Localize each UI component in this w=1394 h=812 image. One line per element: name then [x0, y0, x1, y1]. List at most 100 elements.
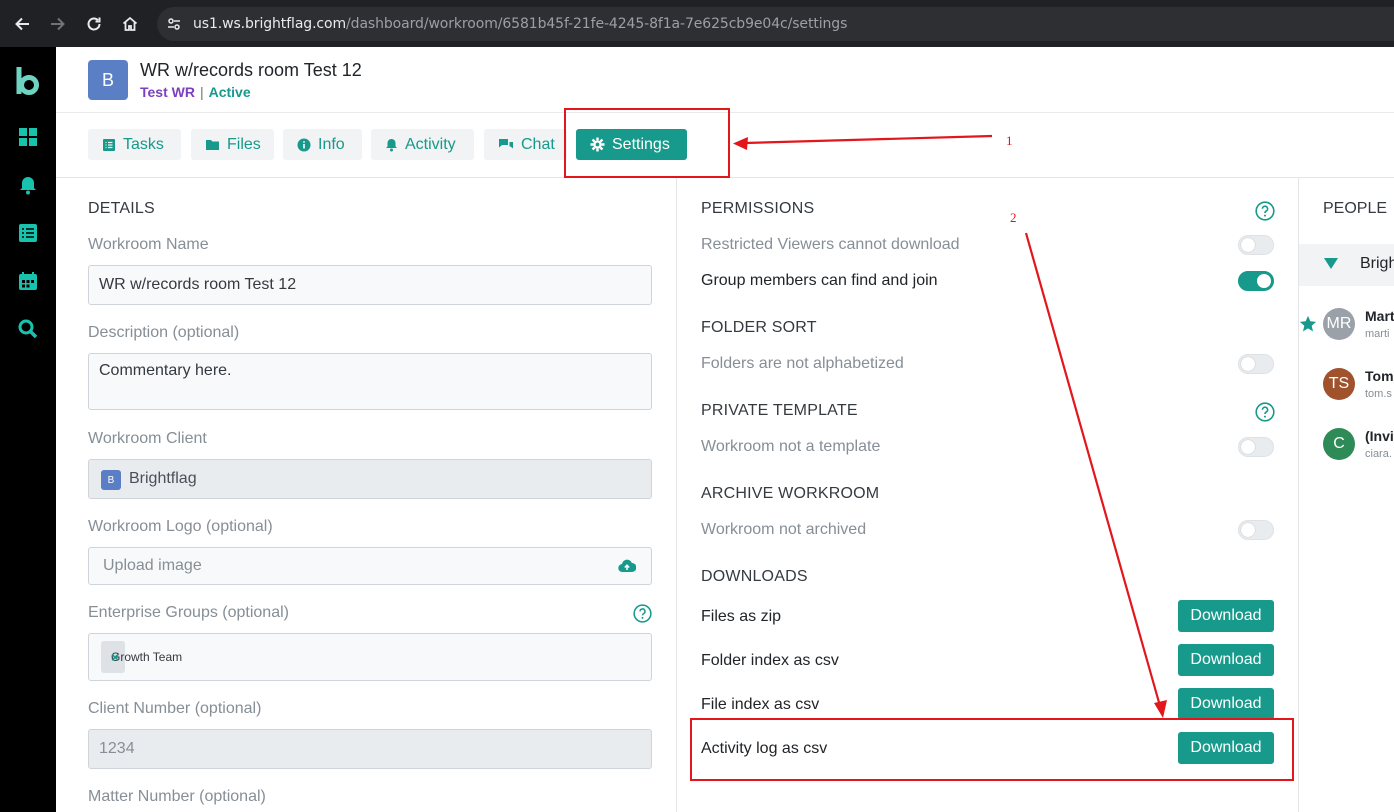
workroom-name-value: WR w/records room Test 12: [99, 276, 297, 293]
tab-tasks[interactable]: Tasks: [88, 129, 181, 160]
group-chip-label: Growth Team: [111, 650, 183, 664]
workroom-name-label: Workroom Name: [88, 236, 209, 253]
annotation-number-1: 1: [1006, 133, 1013, 148]
workroom-logo-upload[interactable]: Upload image: [88, 547, 652, 585]
private-template-label: Workroom not a template: [701, 438, 881, 455]
home-icon[interactable]: [118, 12, 142, 36]
person-avatar: TS: [1323, 368, 1355, 400]
downloads-heading: DOWNLOADS: [701, 568, 808, 585]
site-settings-icon[interactable]: [166, 16, 182, 32]
tab-files-label: Files: [227, 135, 261, 153]
folder-sort-toggle[interactable]: [1238, 354, 1274, 374]
app-sidebar: [0, 47, 56, 812]
info-icon: [297, 138, 311, 151]
restricted-viewers-label: Restricted Viewers cannot download: [701, 236, 960, 253]
person-email: ciara.: [1365, 448, 1392, 460]
tab-files[interactable]: Files: [191, 129, 274, 160]
permissions-help-icon[interactable]: [1255, 201, 1275, 221]
reload-icon[interactable]: [82, 12, 106, 36]
tasks-icon: [103, 138, 115, 151]
archive-toggle[interactable]: [1238, 520, 1274, 540]
archive-label: Workroom not archived: [701, 521, 867, 538]
folder-sort-label: Folders are not alphabetized: [701, 355, 904, 372]
person-row[interactable]: C (Invit ciara.: [1299, 428, 1394, 468]
client-badge: B: [101, 470, 121, 490]
subtitle-separator: |: [199, 84, 204, 100]
workroom-client-value: Brightflag: [129, 470, 197, 487]
chat-icon: [499, 138, 513, 148]
browser-toolbar: us1.ws.brightflag.com/dashboard/workroom…: [0, 0, 1394, 47]
workroom-logo-label: Workroom Logo (optional): [88, 518, 273, 535]
address-bar[interactable]: us1.ws.brightflag.com/dashboard/workroom…: [157, 7, 1394, 41]
workroom-avatar: B: [88, 60, 128, 100]
remove-chip-icon[interactable]: ×: [111, 649, 119, 665]
person-email: tom.s: [1365, 388, 1392, 400]
search-icon[interactable]: [16, 317, 40, 341]
private-template-toggle[interactable]: [1238, 437, 1274, 457]
workroom-client-link[interactable]: Test WR: [140, 84, 195, 100]
group-join-toggle[interactable]: [1238, 271, 1274, 291]
tab-activity-label: Activity: [405, 135, 456, 153]
private-template-help-icon[interactable]: [1255, 402, 1275, 422]
notifications-bell-icon[interactable]: [16, 173, 40, 197]
annotation-number-2: 2: [1010, 210, 1017, 225]
tab-tasks-label: Tasks: [123, 135, 164, 153]
annotation-box-settings: [564, 108, 730, 178]
person-avatar: MR: [1323, 308, 1355, 340]
enterprise-groups-input[interactable]: Growth Team ×: [88, 633, 652, 681]
list-icon[interactable]: [16, 221, 40, 245]
people-panel: PEOPLE Brigh MR Mart marti TS Tom tom.s …: [1299, 178, 1394, 812]
people-group-row[interactable]: Brigh: [1299, 244, 1394, 286]
person-row[interactable]: TS Tom tom.s: [1299, 368, 1394, 408]
group-join-label: Group members can find and join: [701, 272, 938, 289]
activity-bell-icon: [386, 138, 397, 151]
person-email: marti: [1365, 328, 1390, 340]
back-icon[interactable]: [10, 12, 34, 36]
cloud-upload-icon[interactable]: [618, 559, 636, 573]
enterprise-groups-help-icon[interactable]: [633, 604, 652, 623]
archive-heading: ARCHIVE WORKROOM: [701, 485, 880, 502]
url-host: us1.ws.brightflag.com: [193, 16, 347, 32]
folder-icon: [206, 140, 219, 150]
person-avatar: C: [1323, 428, 1355, 460]
dashboard-icon[interactable]: [16, 125, 40, 149]
url-path: /dashboard/workroom/6581b45f-21fe-4245-8…: [346, 16, 848, 32]
download-files-zip-label: Files as zip: [701, 608, 782, 625]
download-folder-index-button[interactable]: Download: [1178, 644, 1274, 676]
download-folder-index-label: Folder index as csv: [701, 652, 839, 669]
workroom-status: Active: [208, 84, 251, 100]
description-value: Commentary here.: [99, 362, 232, 379]
upload-image-placeholder: Upload image: [103, 557, 202, 574]
client-number-value: 1234: [99, 740, 135, 757]
description-textarea[interactable]: Commentary here.: [88, 353, 652, 410]
client-number-field: 1234: [88, 729, 652, 769]
description-label: Description (optional): [88, 324, 240, 341]
person-name: Tom: [1365, 368, 1394, 384]
tab-activity[interactable]: Activity: [371, 129, 474, 160]
tab-info[interactable]: Info: [283, 129, 362, 160]
workroom-title: WR w/records room Test 12: [140, 60, 362, 80]
person-name: Mart: [1365, 308, 1394, 324]
url-text: us1.ws.brightflag.com/dashboard/workroom…: [193, 16, 847, 32]
enterprise-groups-label: Enterprise Groups (optional): [88, 604, 289, 621]
person-name: (Invit: [1365, 428, 1394, 444]
workroom-client-label: Workroom Client: [88, 430, 207, 447]
download-file-index-button[interactable]: Download: [1178, 688, 1274, 720]
settings-panel: PERMISSIONS Restricted Viewers cannot do…: [677, 178, 1299, 812]
matter-number-label: Matter Number (optional): [88, 788, 266, 805]
workroom-name-input[interactable]: WR w/records room Test 12: [88, 265, 652, 305]
tab-chat[interactable]: Chat: [484, 129, 567, 160]
details-panel: DETAILS Workroom Name WR w/records room …: [56, 178, 677, 812]
person-row[interactable]: MR Mart marti: [1299, 308, 1394, 348]
download-files-zip-button[interactable]: Download: [1178, 600, 1274, 632]
calendar-icon[interactable]: [16, 269, 40, 293]
people-heading: PEOPLE: [1323, 200, 1388, 217]
annotation-box-activity-log: [690, 718, 1294, 781]
restricted-viewers-toggle[interactable]: [1238, 235, 1274, 255]
tab-info-label: Info: [318, 135, 345, 153]
collapse-caret-icon[interactable]: [1324, 258, 1338, 269]
forward-icon[interactable]: [46, 12, 70, 36]
client-number-label: Client Number (optional): [88, 700, 262, 717]
details-heading: DETAILS: [88, 200, 155, 217]
brightflag-logo-icon[interactable]: [14, 65, 42, 97]
